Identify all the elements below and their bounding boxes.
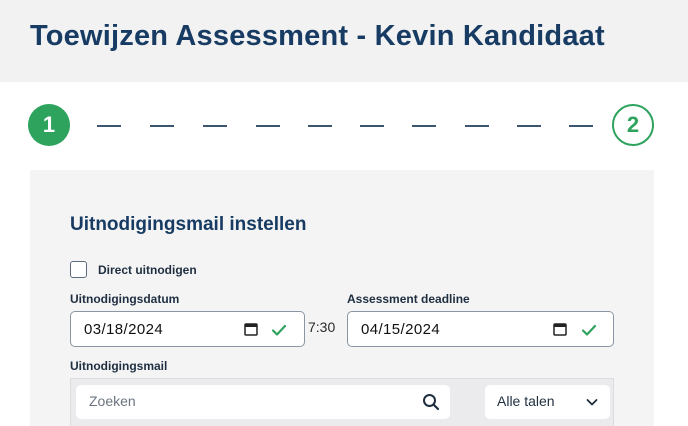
search-placeholder: Zoeken bbox=[89, 393, 136, 409]
step-divider bbox=[360, 125, 384, 127]
page-title: Toewijzen Assessment - Kevin Kandidaat bbox=[30, 20, 605, 52]
search-icon[interactable] bbox=[422, 393, 440, 411]
step-2-indicator[interactable]: 2 bbox=[612, 104, 654, 146]
invite-time: 7:30 bbox=[308, 319, 336, 335]
stepper: 1 2 bbox=[0, 104, 688, 148]
invite-mail-label: Uitnodigingsmail bbox=[70, 359, 168, 373]
check-icon bbox=[581, 324, 597, 336]
check-icon bbox=[271, 324, 287, 336]
invite-date-label: Uitnodigingsdatum bbox=[70, 292, 180, 306]
step-divider bbox=[256, 125, 280, 127]
step-divider bbox=[569, 125, 593, 127]
step-divider bbox=[517, 125, 541, 127]
direct-invite-label: Direct uitnodigen bbox=[98, 262, 197, 277]
section-title: Uitnodigingsmail instellen bbox=[70, 214, 307, 235]
invite-mail-panel: Uitnodigingsmail instellen Direct uitnod… bbox=[30, 170, 654, 426]
calendar-icon[interactable] bbox=[244, 322, 258, 336]
invite-date-input[interactable]: 03/18/2024 bbox=[70, 311, 305, 347]
language-select[interactable]: Alle talen bbox=[485, 385, 610, 419]
language-select-value: Alle talen bbox=[497, 393, 555, 409]
step-divider bbox=[465, 125, 489, 127]
direct-invite-row[interactable]: Direct uitnodigen bbox=[70, 261, 197, 278]
step-divider bbox=[203, 125, 227, 127]
deadline-date-value: 04/15/2024 bbox=[361, 320, 441, 338]
deadline-label: Assessment deadline bbox=[347, 292, 470, 306]
deadline-date-input[interactable]: 04/15/2024 bbox=[347, 311, 614, 347]
page-header: Toewijzen Assessment - Kevin Kandidaat bbox=[0, 0, 688, 82]
invite-date-value: 03/18/2024 bbox=[84, 320, 164, 338]
step-divider bbox=[412, 125, 436, 127]
step-divider bbox=[150, 125, 174, 127]
step-divider bbox=[308, 125, 332, 127]
invite-mail-picker: Zoeken Alle talen bbox=[70, 378, 614, 426]
chevron-down-icon bbox=[586, 399, 598, 406]
step-divider bbox=[97, 125, 121, 127]
search-input[interactable]: Zoeken bbox=[76, 385, 450, 419]
direct-invite-checkbox[interactable] bbox=[70, 261, 87, 278]
calendar-icon[interactable] bbox=[553, 322, 567, 336]
step-1-indicator[interactable]: 1 bbox=[28, 104, 70, 146]
